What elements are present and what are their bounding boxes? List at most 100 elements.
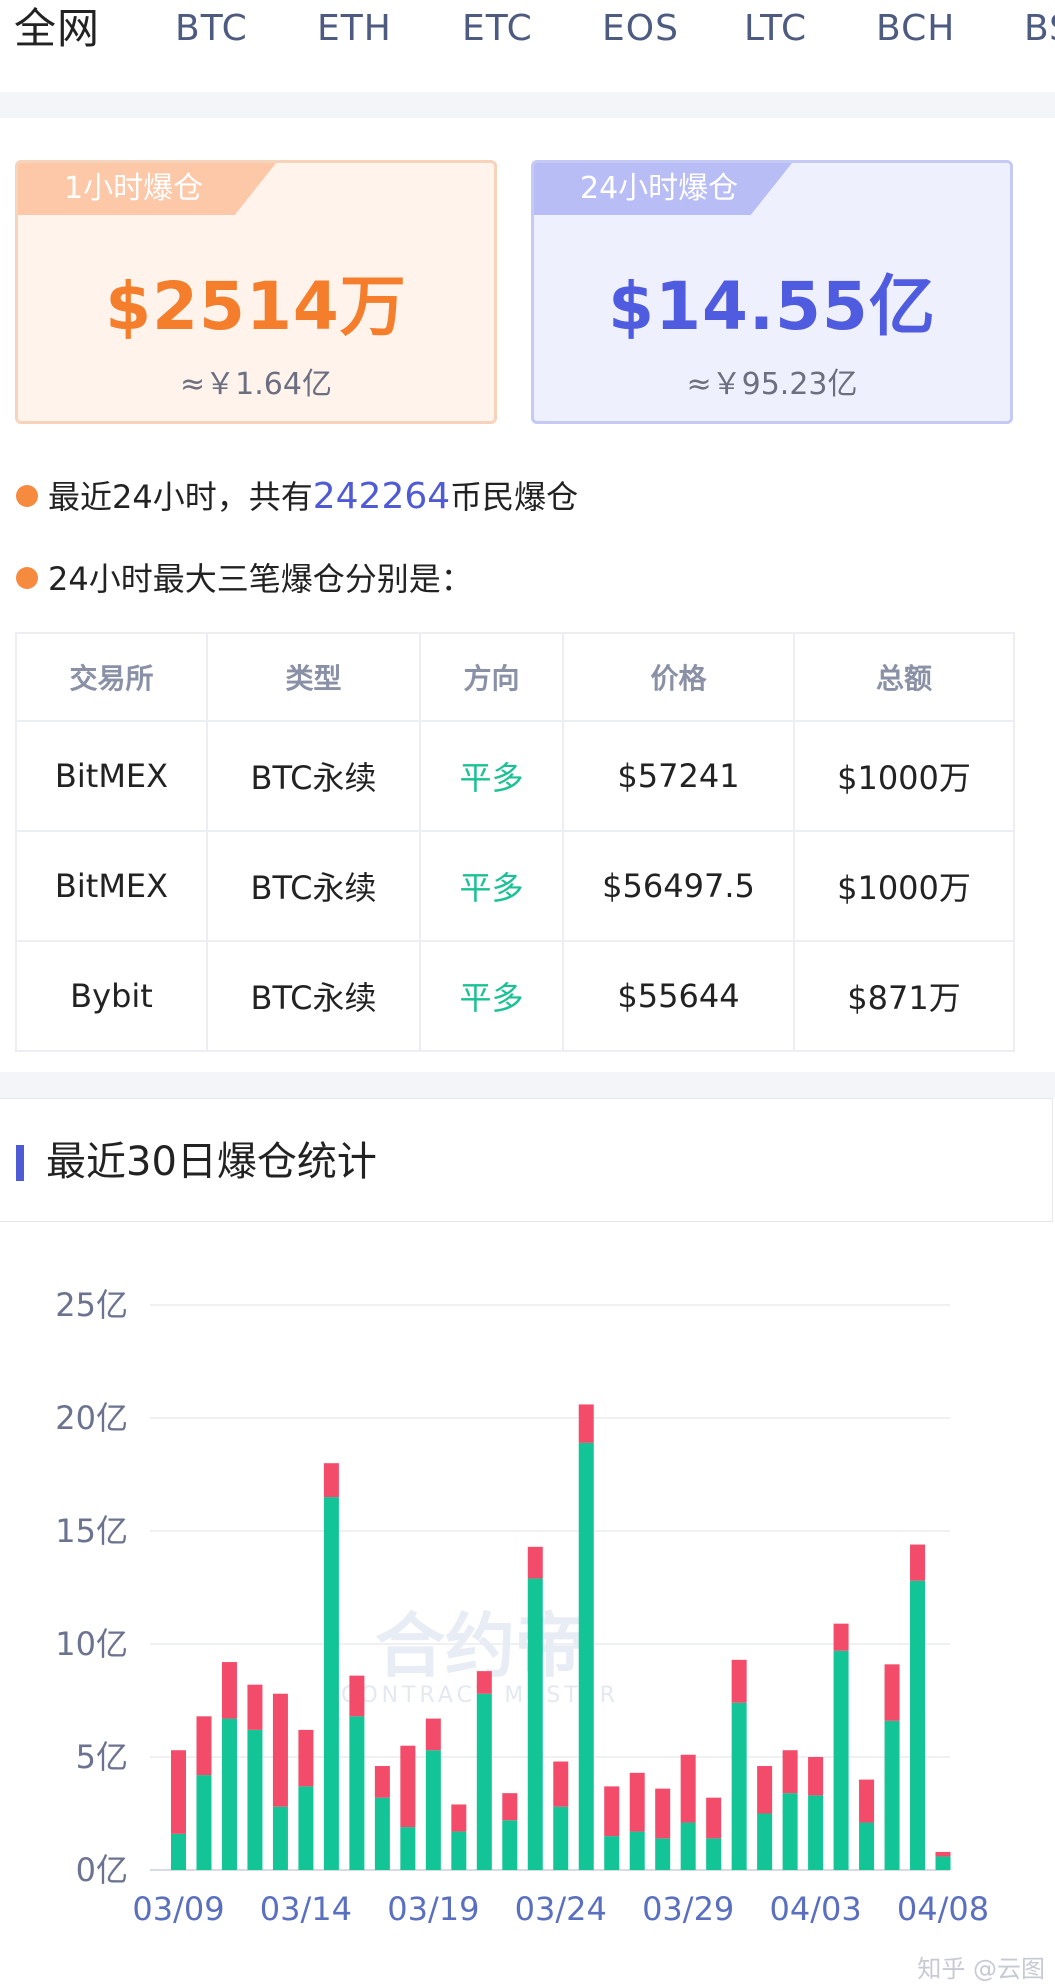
cell-direction: 平多 — [419, 720, 564, 832]
header-exchange: 交易所 — [15, 632, 208, 722]
table-row: Bybit BTC永续 平多 $55644 $871万 — [15, 940, 1015, 1052]
top3-heading: 24小时最大三笔爆仓分别是： — [16, 556, 473, 602]
bar-segment-short — [323, 1463, 339, 1498]
bar-segment-long — [782, 1793, 798, 1870]
bar-segment-long — [808, 1795, 824, 1870]
bar-segment-long — [400, 1827, 416, 1870]
tab-bch[interactable]: BCH — [876, 0, 955, 58]
bar-segment-long — [655, 1838, 671, 1870]
cell-exchange: Bybit — [15, 940, 208, 1052]
cell-price: $55644 — [562, 940, 795, 1052]
cell-total: $1000万 — [793, 720, 1015, 832]
top3-label: 24小时最大三笔爆仓分别是： — [48, 560, 473, 598]
bar-segment-long — [298, 1786, 314, 1870]
bar-segment-short — [425, 1718, 441, 1751]
section-divider — [0, 1072, 1055, 1098]
bar-segment-long — [272, 1806, 288, 1870]
bar-segment-long — [859, 1822, 875, 1870]
cell-exchange: BitMEX — [15, 830, 208, 942]
bar-segment-long — [680, 1822, 696, 1870]
day-amount: $14.55亿 — [608, 268, 936, 345]
chart-svg: 0亿5亿10亿15亿20亿25亿合约帝CONTRACT MASTER03/09 0… — [55, 1286, 989, 1928]
bar-segment-short — [655, 1788, 671, 1839]
liquidated-people-line: 最近24小时，共有242264币民爆仓 — [16, 474, 578, 520]
bar-segment-long — [451, 1831, 467, 1870]
tab-eth[interactable]: ETH — [317, 0, 392, 58]
cell-type: BTC永续 — [206, 720, 421, 832]
bar-segment-short — [476, 1671, 492, 1694]
table-row: BitMEX BTC永续 平多 $56497.5 $1000万 — [15, 830, 1015, 942]
card-ribbon: 24小时爆仓 — [534, 163, 792, 215]
bar-segment-short — [400, 1745, 416, 1828]
tab-all[interactable]: 全网 — [14, 0, 100, 58]
bullet-dot-icon — [16, 567, 38, 589]
bar-segment-long — [502, 1820, 518, 1870]
bar-segment-short — [171, 1750, 186, 1834]
bar-segment-long — [884, 1720, 900, 1870]
cell-type: BTC永续 — [206, 830, 421, 942]
bar-segment-long — [374, 1797, 390, 1870]
bar-segment-long — [910, 1580, 926, 1870]
table-row: BitMEX BTC永续 平多 $57241 $1000万 — [15, 720, 1015, 832]
bar-segment-long — [553, 1806, 569, 1870]
bar-segment-short — [629, 1772, 645, 1832]
header-type: 类型 — [206, 632, 421, 722]
tab-eos[interactable]: EOS — [602, 0, 679, 58]
x-tick-label: 04/08 — [897, 1890, 989, 1928]
bar-segment-short — [553, 1761, 569, 1807]
bar-segment-long — [935, 1856, 951, 1870]
bar-segment-short — [298, 1729, 314, 1787]
x-tick-label: 04/03 — [769, 1890, 861, 1928]
bar-segment-long — [196, 1775, 212, 1870]
bar-segment-short — [272, 1693, 288, 1807]
table-header-row: 交易所 类型 方向 价格 总额 — [15, 632, 1015, 722]
bar-segment-short — [247, 1684, 263, 1730]
bar-segment-long — [349, 1716, 365, 1870]
bar-segment-long — [323, 1497, 339, 1870]
bar-segment-short — [757, 1766, 773, 1814]
tab-etc[interactable]: ETC — [462, 0, 533, 58]
cell-price: $56497.5 — [562, 830, 795, 942]
bar-segment-short — [680, 1754, 696, 1823]
tab-btc[interactable]: BTC — [175, 0, 248, 58]
hour-amount: $2514万 — [105, 268, 407, 345]
bar-segment-long — [578, 1442, 594, 1870]
bar-segment-short — [349, 1675, 365, 1717]
y-tick-label: 15亿 — [55, 1512, 128, 1550]
bar-segment-long — [833, 1650, 849, 1870]
day-cny-amount: ≈￥95.23亿 — [686, 367, 858, 402]
x-tick-label: 03/19 — [387, 1890, 479, 1928]
bar-segment-short — [451, 1804, 467, 1832]
cell-price: $57241 — [562, 720, 795, 832]
bar-segment-short — [833, 1623, 849, 1651]
y-tick-label: 25亿 — [55, 1286, 128, 1324]
bar-segment-long — [629, 1831, 645, 1870]
people-suffix: 币民爆仓 — [450, 478, 579, 516]
header-direction: 方向 — [419, 632, 564, 722]
tab-bsv[interactable]: BS — [1024, 0, 1055, 58]
header-price: 价格 — [562, 632, 795, 722]
market-tab-bar: 全网 BTC ETH ETC EOS LTC BCH BS — [0, 0, 1055, 92]
bar-segment-long — [221, 1718, 237, 1870]
bar-segment-long — [731, 1702, 747, 1870]
bar-segment-long — [171, 1833, 186, 1870]
day-card-label: 24小时爆仓 — [580, 171, 739, 206]
stats-section-header: 最近30日爆仓统计 — [0, 1098, 1053, 1222]
bar-segment-short — [604, 1786, 620, 1837]
bar-segment-short — [884, 1664, 900, 1721]
y-tick-label: 0亿 — [76, 1851, 128, 1889]
y-tick-label: 5亿 — [76, 1738, 128, 1776]
top-liquidations-table: 交易所 类型 方向 价格 总额 BitMEX BTC永续 平多 $57241 $… — [15, 632, 1015, 1052]
bullet-dot-icon — [16, 485, 38, 507]
x-tick-label: 03/29 — [642, 1890, 734, 1928]
bar-segment-short — [808, 1757, 824, 1796]
tab-ltc[interactable]: LTC — [744, 0, 807, 58]
x-tick-label: 03/09 — [132, 1890, 224, 1928]
bar-segment-long — [425, 1750, 441, 1870]
section-title: 最近30日爆仓统计 — [46, 1139, 377, 1185]
people-prefix: 最近24小时，共有 — [48, 478, 313, 516]
cell-total: $1000万 — [793, 830, 1015, 942]
card-ribbon: 1小时爆仓 — [18, 163, 276, 215]
bar-segment-long — [247, 1729, 263, 1870]
section-accent-bar — [16, 1145, 24, 1181]
